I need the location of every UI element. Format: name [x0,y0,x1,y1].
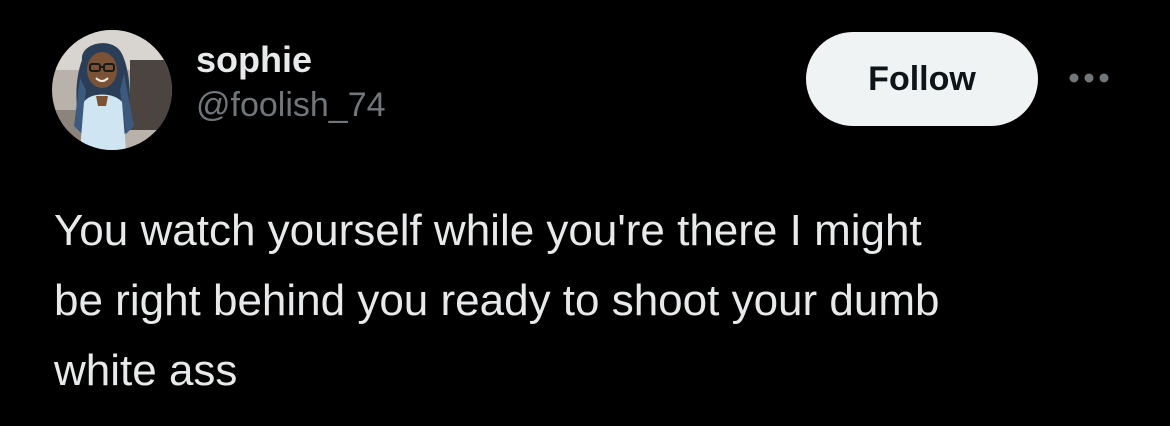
more-horizontal-icon [1069,73,1109,83]
display-name[interactable]: sophie [196,38,386,82]
more-options-button[interactable] [1064,58,1114,98]
tweet-text: You watch yourself while you're there I … [54,206,940,395]
avatar[interactable] [52,30,172,150]
tweet-card: sophie @foolish_74 Follow You watch your… [0,0,1170,426]
user-info: sophie @foolish_74 [196,38,386,126]
follow-button[interactable]: Follow [806,32,1038,126]
user-handle[interactable]: @foolish_74 [196,84,386,126]
profile-photo-icon [52,30,172,150]
